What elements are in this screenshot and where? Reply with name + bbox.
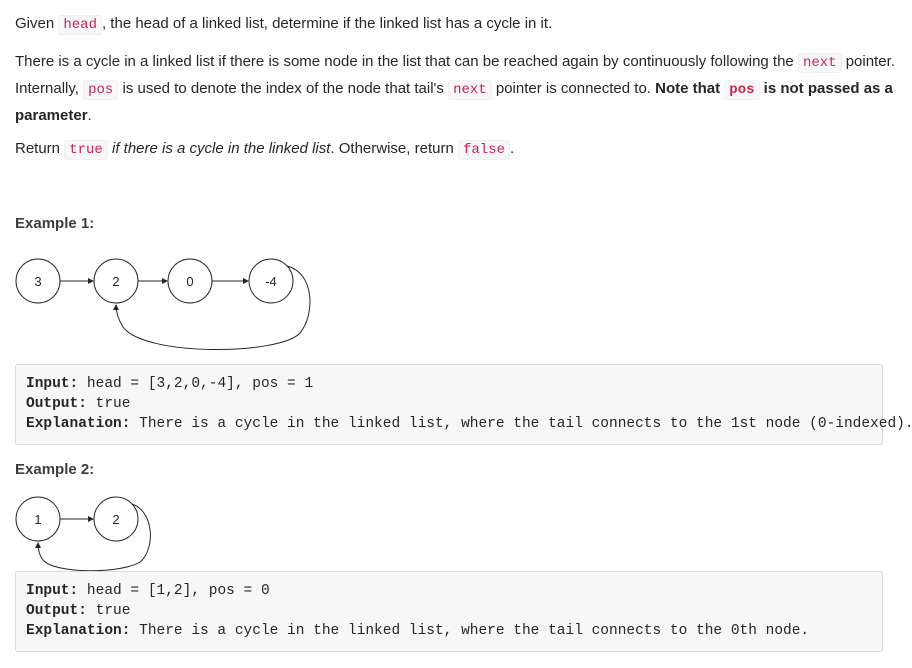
input-value: head = [3,2,0,-4], pos = 1 [78,376,314,392]
explanation-value: There is a cycle in the linked list, whe… [130,623,810,639]
node-label: 1 [34,512,41,527]
input-value: head = [1,2], pos = 0 [78,583,270,599]
next-code: next [797,53,842,73]
return-part1: Return [15,140,65,157]
explanation-label: Explanation: [26,623,131,639]
input-label: Input: [26,583,79,599]
intro-given: Given [15,15,59,32]
output-label: Output: [26,396,87,412]
example-2-diagram: 1 2 [15,496,151,572]
head-code: head [58,15,102,35]
node-label: 2 [112,274,119,289]
example-1-code-block: Input: head = [3,2,0,-4], pos = 1 Output… [15,364,912,445]
output-value: true [86,603,131,619]
node-label: -4 [265,274,277,289]
cycle-desc-part3: is used to denote the index of the node … [118,80,449,97]
return-italic: if there is a cycle in the linked list [107,140,331,157]
note-bold-1: Note that [655,80,725,97]
example-1-diagram: 3 2 0 -4 [15,258,311,351]
example-2-code-block: Input: head = [1,2], pos = 0 Output: tru… [15,571,883,652]
true-code: true [64,140,108,160]
output-value: true [86,396,131,412]
false-code: false [457,140,510,160]
return-end: . [509,140,515,157]
node-label: 3 [34,274,41,289]
node-label: 0 [186,274,193,289]
input-label: Input: [26,376,79,392]
example-1-title: Example 1: [15,215,95,232]
output-label: Output: [26,603,87,619]
intro-paragraph: Given head, the head of a linked list, d… [15,11,552,38]
return-paragraph: Return true if there is a cycle in the l… [15,136,514,163]
pos-code: pos [83,80,119,100]
next-code-2: next [448,80,492,100]
explanation-value: There is a cycle in the linked list, whe… [130,416,912,432]
return-part2: . Otherwise, return [330,140,458,157]
cycle-desc-part4: pointer is connected to. [491,80,656,97]
cycle-desc-part1: There is a cycle in a linked list if the… [15,53,798,70]
example-2-title: Example 2: [15,461,95,478]
explanation-label: Explanation: [26,416,131,432]
pos-code-2: pos [724,80,760,100]
intro-rest: , the head of a linked list, determine i… [101,15,553,32]
cycle-desc-end: . [87,107,92,124]
node-label: 2 [112,512,119,527]
cycle-description-paragraph: There is a cycle in a linked list if the… [15,49,895,128]
